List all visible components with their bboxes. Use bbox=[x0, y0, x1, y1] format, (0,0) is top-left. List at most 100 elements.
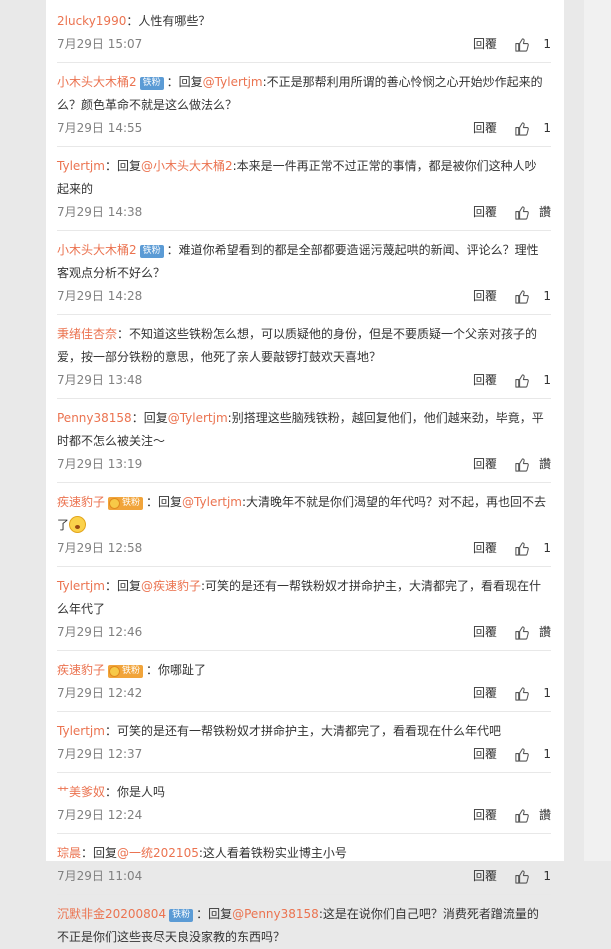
comment-text: 琮晨：回复@一统202105:这人看着铁粉实业博主小号 bbox=[57, 842, 551, 865]
reply-button[interactable]: 回覆 bbox=[473, 201, 497, 223]
username-link[interactable]: 艹美爹奴 bbox=[57, 785, 105, 799]
comment-actions: 回覆 1 bbox=[473, 537, 551, 559]
username-link[interactable]: Tylertjm bbox=[57, 579, 105, 593]
comment-body-text: ：可笑的是还有一帮铁粉奴才拼命护主，大清都完了，看看现在什么年代吧 bbox=[104, 724, 501, 738]
reply-button[interactable]: 回覆 bbox=[473, 743, 497, 765]
comment-timestamp: 7月29日 14:38 bbox=[57, 205, 143, 219]
comment-body-text: ：回复 bbox=[104, 579, 141, 593]
reply-button[interactable]: 回覆 bbox=[473, 369, 497, 391]
mention-link[interactable]: @Tylertjm bbox=[168, 411, 228, 425]
comment-timestamp: 7月29日 13:48 bbox=[57, 373, 143, 387]
comment-text: 疾速豹子 铁粉 ：回复@Tylertjm:大清晚年不就是你们渴望的年代吗？对不起，再… bbox=[57, 491, 551, 537]
mention-link[interactable]: @Penny38158 bbox=[232, 907, 319, 921]
reply-button[interactable]: 回覆 bbox=[473, 865, 497, 887]
like-count: 讚 bbox=[538, 625, 551, 639]
comment-meta: 7月29日 12:37 回覆 1 bbox=[57, 743, 551, 772]
like-button[interactable]: 讚 bbox=[514, 201, 551, 223]
comment-actions: 回覆 1 bbox=[473, 285, 551, 307]
username-link[interactable]: 疾速豹子 bbox=[57, 495, 105, 509]
comment-list: 2lucky1990：人性有哪些？ 7月29日 15:07 回覆 1 小木头大木桶2 铁粉… bbox=[46, 0, 564, 949]
mention-link[interactable]: @Tylertjm bbox=[182, 495, 242, 509]
reply-button[interactable]: 回覆 bbox=[473, 117, 497, 139]
like-button[interactable]: 讚 bbox=[514, 804, 551, 826]
fan-badge: 铁粉 bbox=[139, 245, 164, 258]
like-button[interactable]: 1 bbox=[514, 117, 551, 139]
comment-actions: 回覆 1 bbox=[473, 743, 551, 765]
thumbs-up-icon bbox=[514, 373, 529, 388]
like-count: 1 bbox=[543, 747, 551, 761]
mention-link[interactable]: @疾速豹子 bbox=[141, 579, 201, 593]
comment-body-text: ：人性有哪些？ bbox=[126, 14, 211, 28]
comment-timestamp: 7月29日 12:42 bbox=[57, 686, 143, 700]
reply-button[interactable]: 回覆 bbox=[473, 804, 497, 826]
comment-text: 艹美爹奴：你是人吗 bbox=[57, 781, 551, 804]
thumbs-up-icon bbox=[514, 37, 529, 52]
reply-button[interactable]: 回覆 bbox=[473, 621, 497, 643]
comment-meta: 7月29日 12:46 回覆 讚 bbox=[57, 621, 551, 650]
username-link[interactable]: 小木头大木桶2 bbox=[57, 243, 137, 257]
comment-body-text: ：回复 bbox=[146, 495, 183, 509]
like-button[interactable]: 1 bbox=[514, 865, 551, 887]
comment-actions: 回覆 讚 bbox=[473, 804, 551, 826]
comment-item: 琮晨：回复@一统202105:这人看着铁粉实业博主小号 7月29日 11:04 回覆… bbox=[57, 834, 551, 895]
comment-timestamp: 7月29日 12:37 bbox=[57, 747, 143, 761]
username-link[interactable]: Tylertjm bbox=[57, 159, 105, 173]
username-link[interactable]: Tylertjm bbox=[57, 724, 105, 738]
comment-body-text: ：回复 bbox=[104, 159, 141, 173]
comment-text: Tylertjm：回复@疾速豹子:可笑的是还有一帮铁粉奴才拼命护主，大清都完了，… bbox=[57, 575, 551, 621]
comment-text: 小木头大木桶2 铁粉 ：回复@Tylertjm:不正是那帮利用所谓的善心怜悯之心开始… bbox=[57, 71, 551, 117]
comment-text: 秉绪佳杏奈：不知道这些铁粉怎么想，可以质疑他的身份，但是不要质疑一个父亲对孩子的… bbox=[57, 323, 551, 369]
thumbs-up-icon bbox=[514, 541, 529, 556]
reply-button[interactable]: 回覆 bbox=[473, 33, 497, 55]
comment-actions: 回覆 1 bbox=[473, 117, 551, 139]
comment-timestamp: 7月29日 12:46 bbox=[57, 625, 143, 639]
comment-item: 沉默非金20200804 铁粉 ：回复@Penny38158:这是在说你们自己吧？消… bbox=[57, 895, 551, 949]
fan-badge: 铁粉 bbox=[169, 909, 194, 922]
mention-link[interactable]: @Tylertjm bbox=[203, 75, 263, 89]
like-button[interactable]: 讚 bbox=[514, 453, 551, 475]
username-link[interactable]: 秉绪佳杏奈 bbox=[57, 327, 117, 341]
like-button[interactable]: 1 bbox=[514, 285, 551, 307]
like-button[interactable]: 1 bbox=[514, 682, 551, 704]
like-button[interactable]: 讚 bbox=[514, 621, 551, 643]
like-count: 1 bbox=[543, 37, 551, 51]
comment-actions: 回覆 1 bbox=[473, 682, 551, 704]
comment-item: 疾速豹子 铁粉 ：你哪趾了 7月29日 12:42 回覆 1 bbox=[57, 651, 551, 712]
comment-timestamp: 7月29日 14:55 bbox=[57, 121, 143, 135]
thumbs-up-icon bbox=[514, 289, 529, 304]
like-button[interactable]: 1 bbox=[514, 743, 551, 765]
reply-button[interactable]: 回覆 bbox=[473, 682, 497, 704]
comment-text: Penny38158：回复@Tylertjm:别搭理这些脑残铁粉，越回复他们，他… bbox=[57, 407, 551, 453]
thumbs-up-icon bbox=[514, 205, 529, 220]
comment-body-text: ：回复 bbox=[131, 411, 168, 425]
comment-meta: 7月29日 14:38 回覆 讚 bbox=[57, 201, 551, 230]
thumbs-up-icon bbox=[514, 625, 529, 640]
username-link[interactable]: 琮晨 bbox=[57, 846, 81, 860]
mention-link[interactable]: @小木头大木桶2 bbox=[141, 159, 233, 173]
reply-button[interactable]: 回覆 bbox=[473, 285, 497, 307]
comment-actions: 回覆 讚 bbox=[473, 453, 551, 475]
comment-text: 疾速豹子 铁粉 ：你哪趾了 bbox=[57, 659, 551, 682]
username-link[interactable]: 2lucky1990 bbox=[57, 14, 126, 28]
thumbs-up-icon bbox=[514, 808, 529, 823]
like-button[interactable]: 1 bbox=[514, 369, 551, 391]
like-button[interactable]: 1 bbox=[514, 33, 551, 55]
thumbs-up-icon bbox=[514, 686, 529, 701]
reply-button[interactable]: 回覆 bbox=[473, 537, 497, 559]
comment-timestamp: 7月29日 12:58 bbox=[57, 541, 143, 555]
username-link[interactable]: 小木头大木桶2 bbox=[57, 75, 137, 89]
comment-meta: 7月29日 14:28 回覆 1 bbox=[57, 285, 551, 314]
like-button[interactable]: 1 bbox=[514, 537, 551, 559]
comment-item: Tylertjm：回复@小木头大木桶2:本来是一件再正常不过正常的事情，都是被你… bbox=[57, 147, 551, 231]
comment-actions: 回覆 讚 bbox=[473, 621, 551, 643]
username-link[interactable]: 沉默非金20200804 bbox=[57, 907, 166, 921]
thumbs-up-icon bbox=[514, 747, 529, 762]
username-link[interactable]: 疾速豹子 bbox=[57, 663, 105, 677]
comment-actions: 回覆 1 bbox=[473, 33, 551, 55]
comment-text: Tylertjm：回复@小木头大木桶2:本来是一件再正常不过正常的事情，都是被你… bbox=[57, 155, 551, 201]
username-link[interactable]: Penny38158 bbox=[57, 411, 132, 425]
reply-button[interactable]: 回覆 bbox=[473, 453, 497, 475]
mention-link[interactable]: @一统202105 bbox=[117, 846, 199, 860]
like-count: 1 bbox=[543, 289, 551, 303]
comment-text: 2lucky1990：人性有哪些？ bbox=[57, 10, 551, 33]
